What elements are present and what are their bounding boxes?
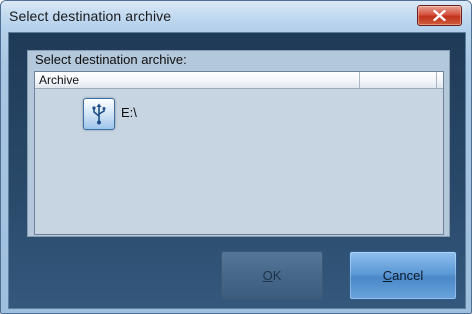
title-bar[interactable]: Select destination archive	[1, 1, 471, 31]
usb-symbol-icon	[92, 103, 106, 125]
ok-button[interactable]: OK	[221, 251, 323, 300]
list-header: Archive	[35, 72, 443, 89]
ok-button-mnemonic: O	[262, 268, 273, 283]
list-item-label: E:\	[121, 105, 137, 120]
column-header-archive[interactable]: Archive	[35, 72, 360, 88]
list-item-drive-e[interactable]: E:\	[83, 98, 213, 132]
cancel-button-label: ancel	[392, 268, 424, 283]
dialog-window: Select destination archive Select destin…	[0, 0, 472, 314]
window-title: Select destination archive	[9, 8, 172, 24]
archive-list[interactable]: Archive E:\	[34, 71, 444, 235]
dialog-client-area: Select destination archive: Archive E:\ …	[8, 32, 466, 309]
usb-drive-icon	[83, 98, 115, 130]
cancel-button[interactable]: Cancel	[349, 251, 457, 300]
close-button[interactable]	[417, 5, 462, 26]
close-icon	[433, 10, 446, 21]
column-header-archive-label: Archive	[39, 73, 80, 87]
column-header-empty[interactable]	[360, 72, 437, 88]
group-label: Select destination archive:	[35, 52, 187, 67]
ok-button-label: K	[272, 268, 282, 283]
cancel-button-mnemonic: C	[382, 268, 393, 283]
destination-group: Select destination archive: Archive E:\	[27, 50, 450, 237]
